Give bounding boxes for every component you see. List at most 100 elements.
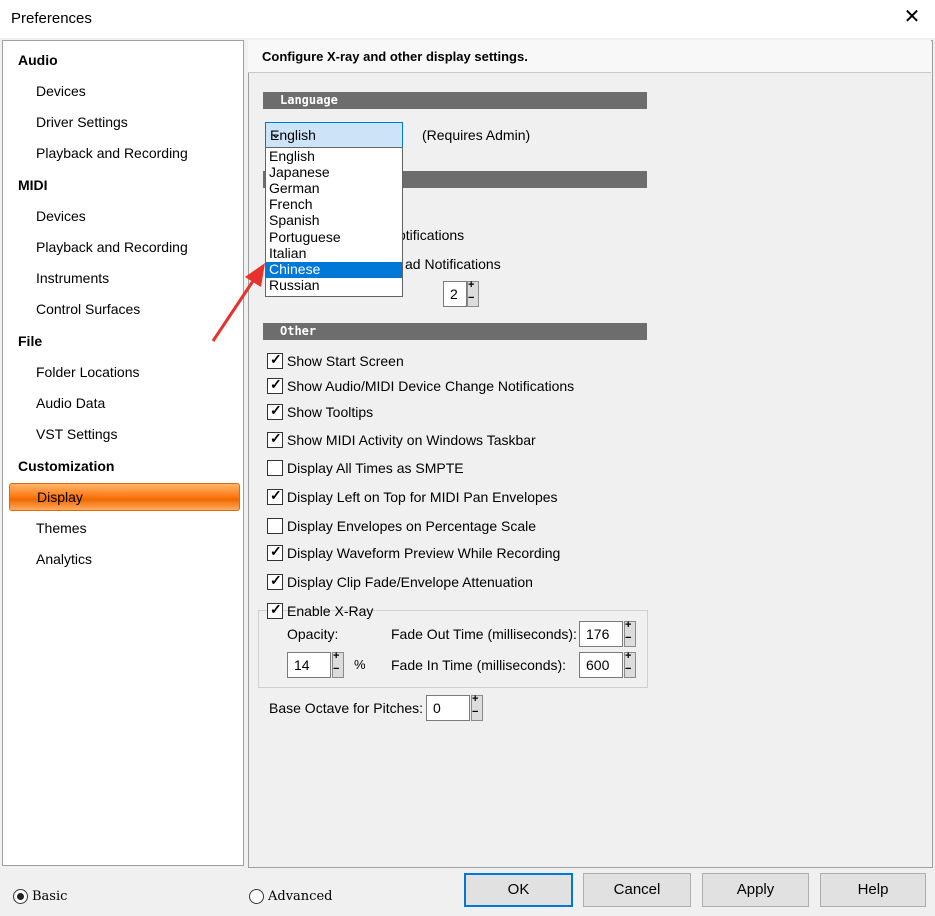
checkbox-enable-xray[interactable]: ✓ Enable X-Ray bbox=[267, 601, 373, 621]
check-icon: ✓ bbox=[270, 543, 282, 559]
fade-out-label: Fade Out Time (milliseconds): bbox=[391, 626, 577, 642]
sidebar-item-label: Display bbox=[37, 489, 83, 505]
sidebar-item-themes[interactable]: Themes bbox=[36, 520, 87, 536]
checkbox-label: Display All Times as SMPTE bbox=[287, 460, 464, 476]
sidebar-category-midi[interactable]: MIDI bbox=[18, 177, 48, 193]
language-option-italian[interactable]: Italian bbox=[266, 245, 402, 262]
partial-label-load-notifications: ad Notifications bbox=[405, 256, 501, 272]
panel-header-text: Configure X-ray and other display settin… bbox=[262, 49, 528, 64]
opacity-spinner[interactable] bbox=[332, 650, 344, 678]
section-language-label: Language bbox=[280, 93, 338, 107]
language-option-english[interactable]: English bbox=[266, 148, 402, 165]
fade-out-spinner[interactable] bbox=[624, 619, 636, 647]
section-other: Other bbox=[263, 323, 647, 340]
sidebar-category-audio[interactable]: Audio bbox=[18, 52, 58, 68]
sidebar-item-folder-locations[interactable]: Folder Locations bbox=[36, 364, 140, 380]
base-octave-value: 0 bbox=[433, 700, 441, 716]
annotation-arrow-icon bbox=[211, 263, 265, 342]
checkbox-label: Show MIDI Activity on Windows Taskbar bbox=[287, 432, 536, 448]
advanced-mode-radio[interactable] bbox=[249, 889, 264, 904]
checkbox-box[interactable]: ✓ bbox=[267, 572, 283, 590]
help-button[interactable]: Help bbox=[820, 873, 926, 907]
sidebar-item-vst-settings[interactable]: VST Settings bbox=[36, 426, 117, 442]
fade-out-input[interactable]: 176 bbox=[579, 621, 623, 647]
check-icon: ✓ bbox=[270, 572, 282, 588]
checkbox-box[interactable] bbox=[267, 518, 283, 534]
language-select[interactable]: English ⌄ bbox=[265, 122, 403, 148]
sidebar-item-control-surfaces[interactable]: Control Surfaces bbox=[36, 301, 140, 317]
check-icon: ✓ bbox=[270, 487, 282, 503]
sidebar-category-customization[interactable]: Customization bbox=[18, 458, 114, 474]
advanced-mode-label: Advanced bbox=[268, 889, 333, 904]
checkbox-box[interactable]: ✓ bbox=[267, 351, 283, 369]
checkbox-label: Display Clip Fade/Envelope Attenuation bbox=[287, 574, 533, 590]
fade-in-input[interactable]: 600 bbox=[579, 652, 623, 678]
opacity-unit: % bbox=[354, 657, 366, 672]
checkbox-label: Show Tooltips bbox=[287, 404, 374, 420]
opacity-label: Opacity: bbox=[287, 626, 339, 642]
cancel-button[interactable]: Cancel bbox=[583, 873, 691, 907]
base-octave-input[interactable]: 0 bbox=[426, 695, 470, 721]
checkbox-box[interactable]: ✓ bbox=[267, 376, 283, 394]
radio-dot bbox=[17, 893, 24, 900]
language-option-portuguese[interactable]: Portuguese bbox=[266, 229, 402, 246]
checkbox-label: Display Waveform Preview While Recording bbox=[287, 545, 561, 561]
fade-in-value: 600 bbox=[586, 657, 610, 673]
close-icon[interactable]: ✕ bbox=[901, 6, 923, 28]
basic-mode-radio[interactable] bbox=[13, 889, 28, 904]
requires-admin-note: (Requires Admin) bbox=[422, 127, 531, 143]
window-title: Preferences bbox=[11, 10, 92, 27]
language-option-french[interactable]: French bbox=[266, 196, 402, 213]
language-dropdown-list: English Japanese German French Spanish P… bbox=[265, 147, 403, 297]
checkbox-box[interactable]: ✓ bbox=[267, 543, 283, 561]
checkbox-label: Display Envelopes on Percentage Scale bbox=[287, 518, 537, 534]
basic-mode-label: Basic bbox=[32, 889, 68, 904]
checkbox-box[interactable] bbox=[267, 460, 283, 476]
language-option-spanish[interactable]: Spanish bbox=[266, 212, 402, 229]
apply-button[interactable]: Apply bbox=[702, 873, 809, 907]
fade-in-label: Fade In Time (milliseconds): bbox=[391, 657, 567, 673]
fade-out-value: 176 bbox=[586, 626, 610, 642]
section-language: Language bbox=[263, 92, 647, 109]
sidebar-item-analytics[interactable]: Analytics bbox=[36, 551, 92, 567]
check-icon: ✓ bbox=[270, 376, 282, 392]
fade-in-spinner[interactable] bbox=[624, 650, 636, 678]
base-octave-spinner[interactable] bbox=[471, 693, 483, 721]
language-option-german[interactable]: German bbox=[266, 180, 402, 197]
sidebar-item-instruments[interactable]: Instruments bbox=[36, 270, 109, 286]
checkbox-label: Show Start Screen bbox=[287, 353, 404, 369]
checkbox-label: Enable X-Ray bbox=[287, 603, 374, 619]
checkbox-box[interactable]: ✓ bbox=[267, 402, 283, 420]
checkbox-box[interactable]: ✓ bbox=[267, 601, 283, 619]
timeout-input[interactable]: 2 bbox=[443, 281, 467, 307]
timeout-spinner[interactable] bbox=[467, 279, 479, 307]
sidebar-item-audio-devices[interactable]: Devices bbox=[36, 83, 86, 99]
panel-header: Configure X-ray and other display settin… bbox=[248, 40, 931, 73]
section-other-label: Other bbox=[280, 324, 317, 338]
title-bar bbox=[0, 0, 935, 38]
partial-label-notifications: otifications bbox=[398, 227, 465, 243]
language-option-russian[interactable]: Russian bbox=[266, 277, 402, 294]
sidebar-item-midi-devices[interactable]: Devices bbox=[36, 208, 86, 224]
sidebar-item-audio-data[interactable]: Audio Data bbox=[36, 395, 105, 411]
check-icon: ✓ bbox=[270, 402, 282, 418]
opacity-value: 14 bbox=[294, 657, 310, 673]
ok-button[interactable]: OK bbox=[464, 873, 573, 907]
sidebar-category-file[interactable]: File bbox=[18, 333, 42, 349]
sidebar-item-display[interactable]: Display bbox=[9, 483, 240, 511]
sidebar-item-audio-playback[interactable]: Playback and Recording bbox=[36, 145, 188, 161]
timeout-value: 2 bbox=[450, 286, 458, 302]
check-icon: ✓ bbox=[270, 430, 282, 446]
checkbox-box[interactable]: ✓ bbox=[267, 430, 283, 448]
language-option-chinese[interactable]: Chinese bbox=[266, 261, 402, 278]
sidebar: Audio Devices Driver Settings Playback a… bbox=[2, 40, 244, 866]
sidebar-item-midi-playback[interactable]: Playback and Recording bbox=[36, 239, 188, 255]
base-octave-label: Base Octave for Pitches: bbox=[269, 700, 424, 716]
opacity-input[interactable]: 14 bbox=[287, 652, 331, 678]
sidebar-item-driver-settings[interactable]: Driver Settings bbox=[36, 114, 128, 130]
checkbox-label: Display Left on Top for MIDI Pan Envelop… bbox=[287, 489, 558, 505]
checkbox-label: Show Audio/MIDI Device Change Notificati… bbox=[287, 378, 575, 394]
checkbox-box[interactable]: ✓ bbox=[267, 487, 283, 505]
language-option-japanese[interactable]: Japanese bbox=[266, 164, 402, 181]
check-icon: ✓ bbox=[270, 601, 282, 617]
